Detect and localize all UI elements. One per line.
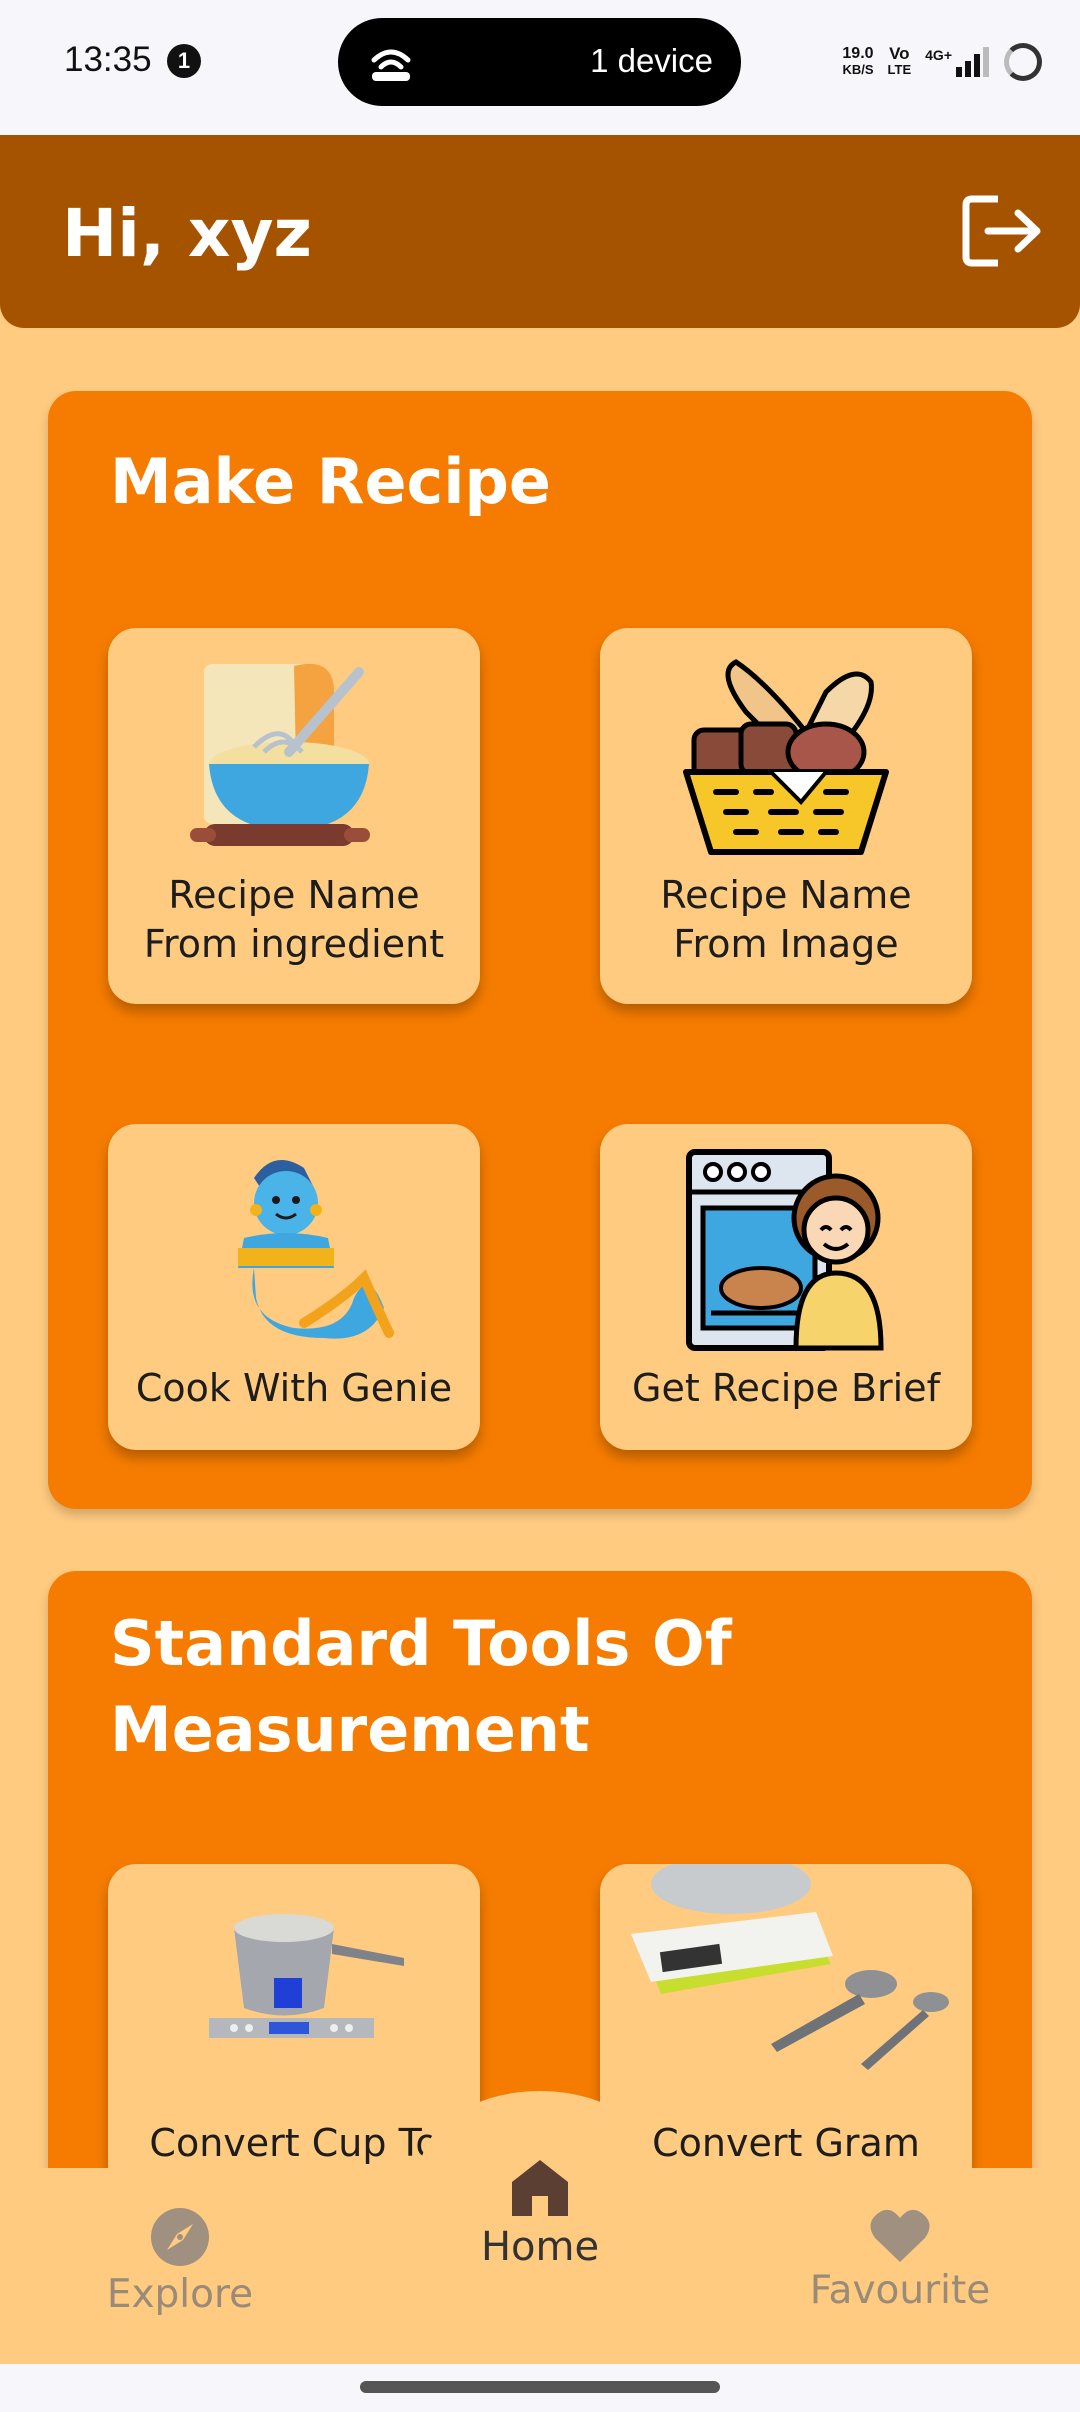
- mixing-bowl-icon: [190, 663, 370, 846]
- measuring-cup-scale-icon: [209, 1914, 404, 2038]
- section-title-measurement: Standard Tools Of Measurement: [110, 1607, 732, 1766]
- gesture-bar[interactable]: [360, 2381, 720, 2393]
- tile-get-recipe-brief[interactable]: Get Recipe Brief: [600, 1124, 972, 1450]
- home-icon: [512, 2160, 568, 2216]
- compass-icon: [151, 2208, 209, 2266]
- tile-label-line1: Get Recipe Brief: [632, 1366, 940, 1410]
- genie-icon: [238, 1160, 394, 1339]
- signal-icon: 4G+: [925, 47, 990, 77]
- app-header: Hi, xyz: [0, 135, 1080, 328]
- battery-ring-icon: [1004, 43, 1042, 81]
- tile-label-line2: From ingredient: [143, 922, 445, 966]
- tile-cook-with-genie[interactable]: Cook With Genie: [108, 1124, 480, 1450]
- tile-recipe-from-ingredient[interactable]: Recipe Name From ingredient: [108, 628, 480, 1004]
- notification-badge: 1: [167, 44, 201, 78]
- status-icons: 19.0 KB/S Vo LTE 4G+: [842, 40, 1042, 84]
- nav-home-label: Home: [480, 2224, 600, 2270]
- make-recipe-card: Make Recipe Recipe Name From ingredient: [48, 391, 1032, 1509]
- tile-label-line1: Recipe Name: [168, 873, 420, 917]
- volte-indicator: Vo LTE: [887, 44, 912, 77]
- chef-oven-icon: [686, 1149, 884, 1351]
- nav-explore-label: Explore: [106, 2272, 254, 2317]
- status-time: 13:35: [64, 40, 152, 79]
- tile-recipe-from-image[interactable]: Recipe Name From Image: [600, 628, 972, 1004]
- tile-label-line1: Cook With Genie: [135, 1366, 453, 1410]
- net-speed: 19.0 KB/S: [842, 45, 874, 78]
- bottom-navigation: Explore Home Favourite: [0, 2160, 1080, 2364]
- section-title-make-recipe: Make Recipe: [110, 445, 551, 518]
- logout-icon[interactable]: [962, 193, 1044, 269]
- greeting-title: Hi, xyz: [62, 195, 312, 272]
- nav-home[interactable]: Home: [440, 2156, 640, 2270]
- tile-label-line1: Recipe Name: [660, 873, 912, 917]
- hotspot-pill[interactable]: 1 device: [338, 18, 741, 106]
- kitchen-scale-spoons-icon: [631, 1864, 949, 2070]
- status-bar: 13:35 1 1 device 19.0 KB/S Vo LTE 4G+: [0, 0, 1080, 135]
- bread-basket-icon: [683, 659, 889, 855]
- nav-favourite[interactable]: Favourite: [800, 2206, 1000, 2313]
- heart-icon: [870, 2209, 930, 2262]
- tile-label-line2: From Image: [673, 922, 899, 966]
- hotspot-icon: [371, 49, 411, 81]
- nav-explore[interactable]: Explore: [80, 2206, 280, 2317]
- hotspot-text: 1 device: [590, 42, 713, 79]
- nav-favourite-label: Favourite: [809, 2268, 991, 2313]
